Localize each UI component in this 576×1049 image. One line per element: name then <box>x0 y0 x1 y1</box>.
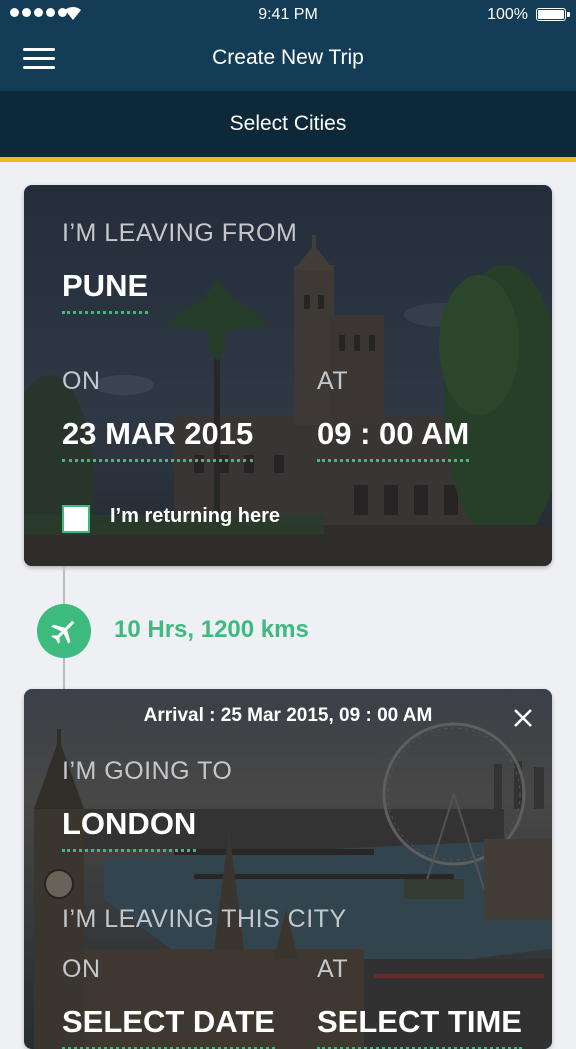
origin-city-card: I’M LEAVING FROM PUNE ON AT 23 MAR 2015 … <box>24 185 552 566</box>
returning-checkbox[interactable] <box>62 505 90 533</box>
on-label: ON <box>62 955 101 983</box>
destination-city-field[interactable]: LONDON <box>62 806 197 853</box>
arrival-info: Arrival : 25 Mar 2015, 09 : 00 AM <box>24 705 552 727</box>
step-title: Select Cities <box>229 112 347 135</box>
battery-icon <box>536 8 570 21</box>
arrival-datetime: 25 Mar 2015, 09 : 00 AM <box>220 705 433 726</box>
returning-label: I’m returning here <box>110 505 281 527</box>
at-label: AT <box>317 367 349 395</box>
page-title: Create New Trip <box>212 46 364 69</box>
origin-time-field[interactable]: 09 : 00 AM <box>317 416 470 463</box>
going-to-label: I’M GOING TO <box>62 757 233 785</box>
step-header: Select Cities <box>0 91 576 162</box>
at-label: AT <box>317 955 349 983</box>
leaving-from-label: I’M LEAVING FROM <box>62 219 298 247</box>
destination-date-field[interactable]: SELECT DATE <box>62 1004 275 1049</box>
destination-time-field[interactable]: SELECT TIME <box>317 1004 522 1049</box>
origin-city-field[interactable]: PUNE <box>62 268 149 315</box>
leaving-this-city-label: I’M LEAVING THIS CITY <box>62 905 347 933</box>
close-icon[interactable] <box>512 707 534 729</box>
status-bar: 9:41 PM 100% <box>0 0 576 30</box>
on-label: ON <box>62 367 101 395</box>
navigation-bar: Create New Trip <box>0 30 576 91</box>
battery-percent: 100% <box>487 6 528 23</box>
airplane-icon <box>37 604 91 658</box>
origin-date-field[interactable]: 23 MAR 2015 <box>62 416 254 463</box>
destination-city-card: Arrival : 25 Mar 2015, 09 : 00 AM I’M GO… <box>24 689 552 1049</box>
trip-duration: 10 Hrs, 1200 kms <box>114 616 309 643</box>
arrival-label: Arrival : <box>143 705 216 726</box>
